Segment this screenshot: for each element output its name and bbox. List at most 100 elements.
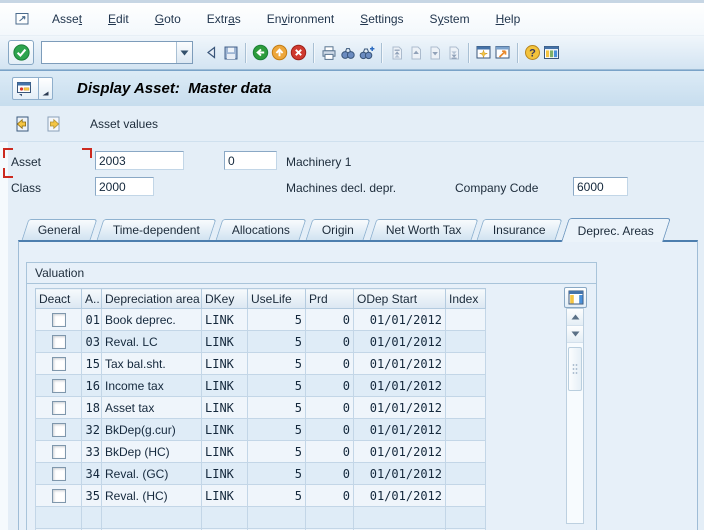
- tab-net-worth-tax[interactable]: Net Worth Tax: [369, 219, 477, 240]
- cell-uselife[interactable]: 5: [248, 485, 306, 507]
- cell-uselife[interactable]: 5: [248, 375, 306, 397]
- cell-uselife[interactable]: 5: [248, 397, 306, 419]
- cell-area[interactable]: 33: [82, 441, 102, 463]
- cell-index[interactable]: [446, 485, 486, 507]
- cell-odep-start[interactable]: 01/01/2012: [354, 485, 446, 507]
- scrollbar-thumb[interactable]: [568, 347, 582, 391]
- cell-empty[interactable]: [202, 507, 248, 529]
- find-next-button[interactable]: [358, 43, 375, 63]
- asset-values-button[interactable]: Asset values: [86, 115, 162, 133]
- cell-odep-start[interactable]: 01/01/2012: [354, 375, 446, 397]
- cell-deact[interactable]: [36, 441, 82, 463]
- cell-uselife[interactable]: 5: [248, 463, 306, 485]
- cell-empty[interactable]: [446, 507, 486, 529]
- cell-uselife[interactable]: 5: [248, 441, 306, 463]
- cell-deact[interactable]: [36, 397, 82, 419]
- menu-item-settings[interactable]: Settings: [358, 10, 405, 28]
- cell-odep-start[interactable]: 01/01/2012: [354, 419, 446, 441]
- tab-deprec-areas[interactable]: Deprec. Areas: [561, 218, 671, 242]
- nav-back-button[interactable]: [252, 43, 269, 63]
- cell-empty[interactable]: [306, 507, 354, 529]
- cell-area[interactable]: 01: [82, 309, 102, 331]
- cell-dkey[interactable]: LINK: [202, 441, 248, 463]
- cell-depreciation-area[interactable]: Reval. (GC): [102, 463, 202, 485]
- cell-dkey[interactable]: LINK: [202, 397, 248, 419]
- cell-depreciation-area[interactable]: BkDep(g.cur): [102, 419, 202, 441]
- previous-asset-button[interactable]: [12, 114, 32, 134]
- class-field[interactable]: 2000: [95, 177, 154, 196]
- column-header[interactable]: DKey: [202, 289, 248, 309]
- create-shortcut-button[interactable]: [494, 43, 511, 63]
- column-header[interactable]: UseLife: [248, 289, 306, 309]
- cell-odep-start[interactable]: 01/01/2012: [354, 309, 446, 331]
- cell-deact[interactable]: [36, 463, 82, 485]
- scroll-down-button[interactable]: [567, 326, 583, 343]
- next-page-button[interactable]: [426, 43, 443, 63]
- deact-checkbox[interactable]: [52, 357, 66, 371]
- tab-insurance[interactable]: Insurance: [477, 219, 563, 240]
- menu-item-environment[interactable]: Environment: [265, 10, 336, 28]
- title-dropdown-button[interactable]: [39, 77, 53, 100]
- command-dropdown-button[interactable]: [176, 42, 192, 63]
- cell-index[interactable]: [446, 375, 486, 397]
- tab-allocations[interactable]: Allocations: [215, 219, 306, 240]
- back-triangle-button[interactable]: [203, 43, 220, 63]
- cell-index[interactable]: [446, 441, 486, 463]
- cell-deact[interactable]: [36, 309, 82, 331]
- cell-empty[interactable]: [354, 507, 446, 529]
- cell-empty[interactable]: [82, 507, 102, 529]
- first-page-button[interactable]: [388, 43, 405, 63]
- cell-depreciation-area[interactable]: Reval. LC: [102, 331, 202, 353]
- cell-deact[interactable]: [36, 485, 82, 507]
- column-header[interactable]: Index: [446, 289, 486, 309]
- scroll-up-button[interactable]: [567, 309, 583, 326]
- print-button[interactable]: [320, 43, 337, 63]
- cell-prd[interactable]: 0: [306, 375, 354, 397]
- cell-dkey[interactable]: LINK: [202, 485, 248, 507]
- deact-checkbox[interactable]: [52, 467, 66, 481]
- cell-area[interactable]: 16: [82, 375, 102, 397]
- cell-dkey[interactable]: LINK: [202, 375, 248, 397]
- deact-checkbox[interactable]: [52, 445, 66, 459]
- cell-area[interactable]: 03: [82, 331, 102, 353]
- menu-item-asset[interactable]: Asset: [50, 10, 84, 28]
- new-session-button[interactable]: [475, 43, 492, 63]
- cell-deact[interactable]: [36, 419, 82, 441]
- company-code-field[interactable]: 6000: [573, 177, 628, 196]
- cell-depreciation-area[interactable]: Income tax: [102, 375, 202, 397]
- menu-item-help[interactable]: Help: [494, 10, 523, 28]
- cell-dkey[interactable]: LINK: [202, 463, 248, 485]
- cell-dkey[interactable]: LINK: [202, 353, 248, 375]
- cell-odep-start[interactable]: 01/01/2012: [354, 331, 446, 353]
- tab-general[interactable]: General: [22, 219, 98, 240]
- nav-exit-button[interactable]: [271, 43, 288, 63]
- find-button[interactable]: [339, 43, 356, 63]
- cell-empty[interactable]: [248, 507, 306, 529]
- cell-index[interactable]: [446, 463, 486, 485]
- cell-depreciation-area[interactable]: BkDep (HC): [102, 441, 202, 463]
- system-menu-button[interactable]: [14, 10, 34, 28]
- column-header[interactable]: Deact: [36, 289, 82, 309]
- tab-time-dependent[interactable]: Time-dependent: [96, 219, 216, 240]
- cell-odep-start[interactable]: 01/01/2012: [354, 397, 446, 419]
- menu-item-goto[interactable]: Goto: [153, 10, 183, 28]
- nav-cancel-button[interactable]: [290, 43, 307, 63]
- column-header[interactable]: Prd: [306, 289, 354, 309]
- cell-prd[interactable]: 0: [306, 441, 354, 463]
- last-page-button[interactable]: [445, 43, 462, 63]
- deact-checkbox[interactable]: [52, 335, 66, 349]
- next-asset-button[interactable]: [44, 114, 64, 134]
- table-settings-button[interactable]: [564, 287, 587, 308]
- menu-item-extras[interactable]: Extras: [205, 10, 243, 28]
- cell-prd[interactable]: 0: [306, 353, 354, 375]
- column-header[interactable]: A..: [82, 289, 102, 309]
- enter-button[interactable]: [8, 40, 34, 65]
- asset-number-field[interactable]: 2003: [95, 151, 184, 170]
- cell-index[interactable]: [446, 419, 486, 441]
- cell-odep-start[interactable]: 01/01/2012: [354, 353, 446, 375]
- deact-checkbox[interactable]: [52, 423, 66, 437]
- cell-dkey[interactable]: LINK: [202, 419, 248, 441]
- cell-empty[interactable]: [102, 507, 202, 529]
- help-button[interactable]: ?: [524, 43, 541, 63]
- cell-deact[interactable]: [36, 331, 82, 353]
